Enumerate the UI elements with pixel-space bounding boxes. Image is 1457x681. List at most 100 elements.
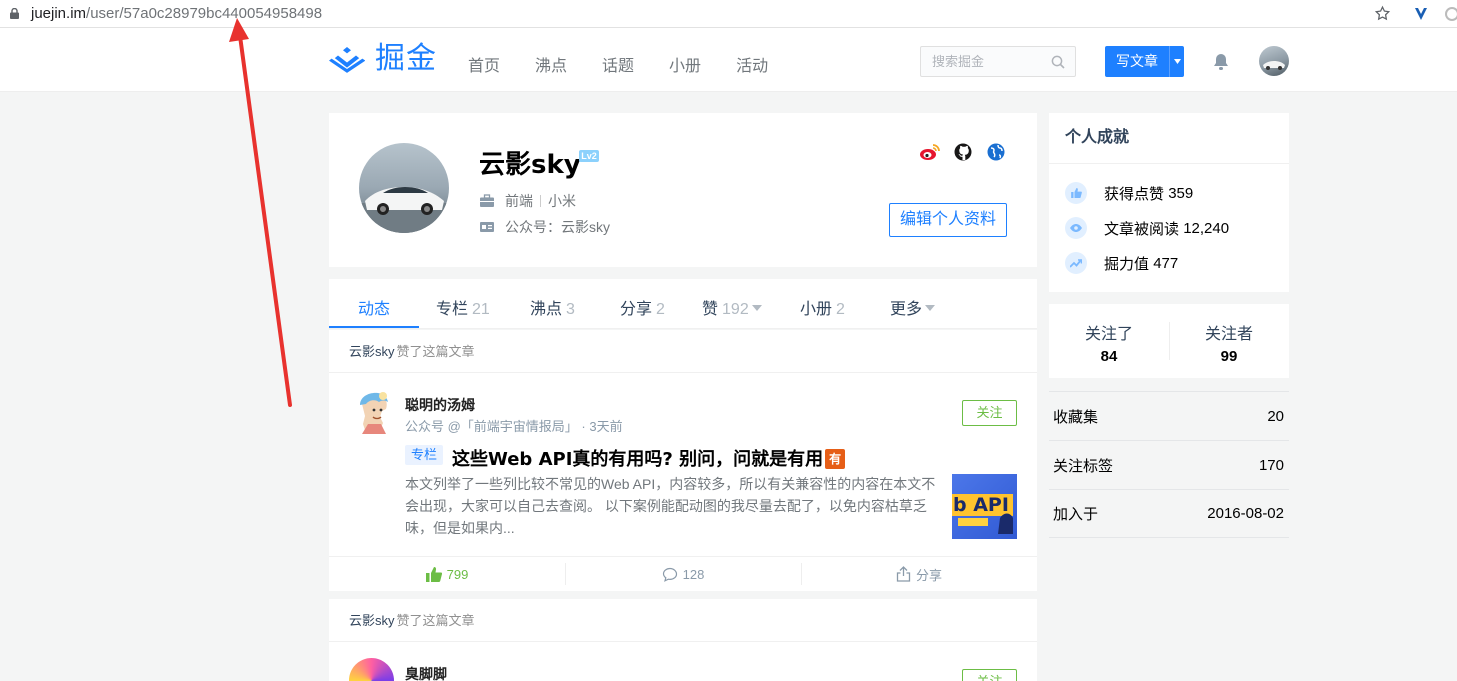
- job-row: 前端 小米: [479, 191, 576, 211]
- nav-home[interactable]: 首页: [468, 52, 500, 76]
- tab-columns[interactable]: 专栏 21: [436, 295, 490, 319]
- share-icon: [896, 566, 911, 582]
- company: 小米: [548, 193, 576, 209]
- author-avatar[interactable]: [354, 390, 394, 435]
- job-title: 前端: [505, 193, 533, 209]
- write-dropdown-button[interactable]: [1169, 46, 1184, 77]
- feed-action: 赞了这篇文章: [396, 613, 475, 628]
- notification-bell-icon[interactable]: [1211, 52, 1231, 72]
- following-label: 关注了: [1084, 326, 1133, 343]
- follow-stats-card: 关注了 84 关注者 99: [1049, 304, 1289, 378]
- search-input[interactable]: [921, 47, 1041, 76]
- weibo-icon[interactable]: [919, 143, 941, 161]
- tab-books[interactable]: 小册 2: [800, 295, 845, 319]
- side-item-joined: 加入于 2016-08-02: [1049, 489, 1289, 538]
- extension-refresh-icon[interactable]: [1444, 6, 1457, 22]
- tab-activity[interactable]: 动态: [358, 295, 390, 319]
- follow-button[interactable]: 关注: [962, 400, 1017, 426]
- article-entry[interactable]: 臭脚脚 关注: [329, 642, 1037, 681]
- profile-tabs: 动态 专栏 21 沸点 3 分享 2 赞 192 小册 2 更多: [329, 279, 1037, 329]
- column-tag[interactable]: 专栏: [405, 445, 444, 465]
- trend-up-icon: [1065, 252, 1087, 274]
- bookmark-star-icon[interactable]: [1374, 5, 1391, 22]
- share-label: 分享: [915, 567, 942, 583]
- feed-actor[interactable]: 云影sky: [349, 344, 395, 359]
- achievement-label: 掘力值: [1104, 255, 1150, 273]
- author-meta: 公众号 @「前端宇宙情报局」 · 3天前: [405, 419, 623, 434]
- extension-icon[interactable]: [1413, 6, 1429, 22]
- url-host: juejin.im: [31, 5, 87, 22]
- site-header: 掘金 首页 沸点 话题 小册 活动 写文章: [0, 28, 1457, 92]
- profile-avatar[interactable]: [359, 143, 449, 233]
- comment-count: 128: [682, 566, 705, 582]
- article-title[interactable]: 这些Web API真的有用吗? 别问，问就是有用有: [452, 445, 846, 471]
- achievement-label: 获得点赞: [1104, 185, 1165, 203]
- profile-side-list: 收藏集 20 关注标签 170 加入于 2016-08-02: [1049, 391, 1289, 538]
- github-icon[interactable]: [954, 143, 972, 161]
- url-field[interactable]: juejin.im/user/57a0c28979bc440054958498: [31, 5, 322, 22]
- nav-events[interactable]: 活动: [736, 52, 768, 76]
- write-article-button[interactable]: 写文章: [1105, 46, 1169, 77]
- juejin-logo[interactable]: 掘金: [329, 44, 437, 74]
- tab-pins[interactable]: 沸点 3: [530, 295, 575, 319]
- tab-count: 3: [566, 301, 575, 318]
- tab-more[interactable]: 更多: [890, 295, 936, 319]
- thumbnail-figure-icon: [958, 513, 1013, 534]
- follow-button[interactable]: 关注: [962, 669, 1017, 681]
- tab-shares[interactable]: 分享 2: [620, 295, 665, 319]
- user-avatar[interactable]: [1259, 46, 1289, 76]
- followers-count: 99: [1220, 348, 1238, 365]
- article-actions: 799 128 分享: [329, 556, 1037, 591]
- following-link[interactable]: 关注了 84: [1049, 304, 1169, 378]
- bio-row: 公众号：云影sky: [479, 217, 610, 237]
- feed-actor[interactable]: 云影sky: [349, 613, 395, 628]
- id-card-icon: [480, 222, 494, 232]
- dropdown-triangle-icon: [925, 305, 936, 311]
- achievements-title: 个人成就: [1049, 113, 1289, 164]
- logo-text: 掘金: [375, 41, 437, 76]
- following-count: 84: [1100, 348, 1118, 365]
- divider: [540, 195, 541, 207]
- profile-username: 云影sky: [479, 150, 581, 180]
- main-nav: 首页 沸点 话题 小册 活动: [468, 52, 803, 76]
- side-item-value: 2016-08-02: [1207, 505, 1284, 522]
- level-badge: Lv2: [579, 150, 599, 162]
- nav-pins[interactable]: 沸点: [535, 52, 567, 76]
- comment-button[interactable]: 128: [565, 557, 801, 591]
- side-item-collections[interactable]: 收藏集 20: [1049, 391, 1289, 440]
- article-entry[interactable]: 聪明的汤姆 公众号 @「前端宇宙情报局」 · 3天前 关注 专栏 这些Web A…: [329, 373, 1037, 591]
- followers-link[interactable]: 关注者 99: [1169, 304, 1289, 378]
- car-avatar-image: [359, 187, 449, 233]
- write-article-button-group: 写文章: [1105, 46, 1184, 77]
- edit-profile-button[interactable]: 编辑个人资料: [889, 203, 1007, 237]
- browser-address-bar: juejin.im/user/57a0c28979bc440054958498: [0, 0, 1457, 28]
- side-item-tags[interactable]: 关注标签 170: [1049, 440, 1289, 489]
- active-tab-indicator: [329, 326, 419, 328]
- like-button[interactable]: 799: [329, 557, 565, 591]
- car-avatar-image: [1263, 61, 1285, 70]
- article-summary: 本文列举了一些列比较不常见的Web API，内容较多，所以有关兼容性的内容在本文…: [405, 476, 936, 536]
- tab-likes[interactable]: 赞 192: [702, 295, 762, 319]
- author-avatar[interactable]: [349, 658, 394, 681]
- side-item-value: 170: [1258, 456, 1284, 474]
- tab-label: 小册: [800, 301, 833, 318]
- thumbs-up-icon: [425, 566, 442, 582]
- nav-books[interactable]: 小册: [669, 52, 701, 76]
- like-count: 799: [446, 566, 469, 582]
- tab-count: 21: [472, 301, 490, 318]
- feed-action: 赞了这篇文章: [396, 344, 475, 359]
- achievement-power: 掘力值 477: [1065, 252, 1178, 274]
- globe-icon[interactable]: [987, 143, 1005, 161]
- article-title-text: 这些Web API真的有用吗? 别问，问就是有用: [452, 449, 824, 470]
- juejin-logo-icon: [329, 47, 365, 73]
- article-thumbnail[interactable]: b API: [952, 474, 1017, 539]
- search-icon[interactable]: [1051, 55, 1065, 69]
- author-name[interactable]: 臭脚脚: [405, 664, 447, 681]
- share-button[interactable]: 分享: [801, 557, 1037, 591]
- achievement-value: 477: [1153, 254, 1179, 272]
- author-name[interactable]: 聪明的汤姆: [405, 395, 475, 415]
- followers-label: 关注者: [1204, 326, 1253, 343]
- eye-icon: [1065, 217, 1087, 239]
- achievement-value: 12,240: [1183, 219, 1230, 237]
- nav-topics[interactable]: 话题: [602, 52, 634, 76]
